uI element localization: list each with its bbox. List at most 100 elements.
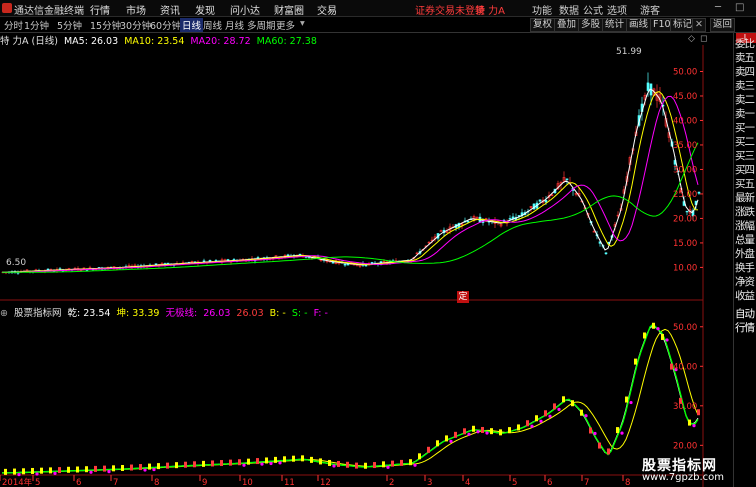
candle-body (544, 200, 548, 203)
panel-auto-button[interactable]: 自动 (735, 308, 756, 321)
signal-bar (229, 459, 232, 466)
panel-quote-button[interactable]: 行情 (735, 322, 756, 335)
signal-bar (337, 460, 340, 467)
period-daily[interactable]: 日线 (180, 18, 204, 32)
menu-zixun[interactable]: 资讯 (160, 2, 180, 17)
pin-icon[interactable]: ◇ (688, 34, 695, 44)
tongji-button[interactable]: 统计 (602, 18, 628, 32)
diejia-button[interactable]: 叠加 (554, 18, 580, 32)
kun-line (2, 328, 699, 474)
signal-bar (130, 464, 133, 471)
date-tick-label: 10 (242, 478, 253, 487)
price-tick-label: 35.00 (673, 141, 697, 151)
period-5min[interactable]: 5分钟 (57, 18, 82, 32)
period-fenshi[interactable]: 分时 (4, 18, 23, 32)
menu-wenxiaoda[interactable]: 问小达 (230, 2, 260, 17)
ding-badge[interactable]: 定 (457, 291, 469, 303)
date-tick-label: 11 (284, 478, 295, 487)
candle-body (697, 191, 701, 194)
signal-dot (107, 470, 111, 474)
period-1min[interactable]: 1分钟 (24, 18, 49, 32)
fuquan-button[interactable]: 复权 (530, 18, 556, 32)
maximize-icon[interactable]: □ (735, 2, 744, 13)
date-tick-label: 2 (389, 478, 394, 487)
signal-bar (292, 455, 295, 462)
peak-price-label: 51.99 (616, 47, 642, 57)
signal-bar (526, 420, 529, 427)
period-15min[interactable]: 15分钟 (90, 18, 121, 32)
signal-bar (94, 465, 97, 472)
duogu-button[interactable]: 多股 (578, 18, 604, 32)
period-60min[interactable]: 60分钟 (150, 18, 181, 32)
signal-dot (665, 338, 669, 342)
signal-dot (53, 471, 57, 475)
candle-body (646, 82, 650, 91)
user-label[interactable]: 游客 (640, 2, 660, 17)
price-tick-label: 50.00 (673, 67, 697, 77)
panel-item-latest: 最新 (735, 192, 755, 204)
menu-jiaoyi[interactable]: 交易 (317, 2, 337, 17)
period-weekly[interactable]: 周线 (203, 18, 222, 32)
candle-body (298, 253, 302, 256)
menu-xuanxiang[interactable]: 选项 (607, 2, 627, 17)
panel-item-change: 涨跌 (735, 206, 755, 218)
kline-chart[interactable]: 50.00 45.00 40.00 35.00 30.00 25.00 20.00 15.00… (0, 45, 733, 487)
menu-gongshi[interactable]: 公式 (583, 2, 603, 17)
signal-bar (535, 415, 538, 422)
chart-grid (0, 45, 704, 487)
menu-shuju[interactable]: 数据 (559, 2, 579, 17)
signal-dot (530, 424, 534, 428)
signal-bar (634, 358, 637, 365)
signal-bar (562, 396, 565, 403)
signal-dot (269, 461, 273, 466)
menu-caifuquan[interactable]: 财富圈 (274, 2, 304, 17)
indicator-settings-icon[interactable]: ⊕ (0, 308, 8, 319)
indicator-name[interactable]: 股票指标网 (14, 308, 62, 319)
menu-hangqing[interactable]: 行情 (90, 2, 110, 17)
date-tick-label: 8 (154, 478, 159, 487)
signal-bar (319, 458, 322, 465)
signal-bar (58, 467, 61, 474)
signal-dot (593, 431, 597, 436)
signal-bar (571, 400, 574, 407)
menu-shichang[interactable]: 市场 (126, 2, 146, 17)
panel-item-outer: 外盘 (735, 248, 755, 260)
signal-bar (355, 462, 358, 469)
more-chevron-icon[interactable]: ▾ (300, 18, 305, 29)
signal-dot (557, 407, 561, 411)
signal-bar (247, 458, 250, 465)
candle-body (466, 220, 470, 223)
period-multi[interactable]: 多周期 (247, 18, 276, 32)
signal-dot (548, 414, 552, 418)
f-signal: F: - (313, 308, 328, 319)
date-tick-label: 7 (584, 478, 589, 487)
signal-bar (508, 427, 511, 434)
minimize-icon[interactable]: ─ (715, 2, 721, 13)
signal-bar (481, 426, 484, 433)
settings-icon[interactable]: ◻ (700, 34, 707, 44)
period-more[interactable]: 更多 (276, 18, 295, 32)
close-chart-icon[interactable]: ✕ (692, 18, 706, 32)
date-tick-label: 8 (625, 478, 630, 487)
period-monthly[interactable]: 月线 (225, 18, 244, 32)
candle-body (331, 261, 335, 264)
menu-faxian[interactable]: 发现 (195, 2, 215, 17)
qian-line (2, 325, 699, 474)
signal-bar (256, 458, 259, 465)
huaxian-button[interactable]: 画线 (626, 18, 652, 32)
menu-gongneng[interactable]: 功能 (532, 2, 552, 17)
signal-dot (449, 439, 453, 444)
signal-bar (76, 466, 79, 473)
period-30min[interactable]: 30分钟 (120, 18, 151, 32)
candle-body (286, 254, 290, 256)
candles-layer (1, 72, 701, 275)
fanhui-button[interactable]: 返回 (710, 18, 736, 32)
candle-body (256, 257, 260, 259)
price-tick-label: 15.00 (673, 239, 697, 249)
wuji-line (2, 323, 699, 474)
signal-dot (386, 465, 390, 469)
signal-bar (166, 462, 169, 469)
signal-dot (584, 414, 588, 418)
signal-bar (499, 429, 502, 436)
indicator-layer (2, 322, 700, 477)
